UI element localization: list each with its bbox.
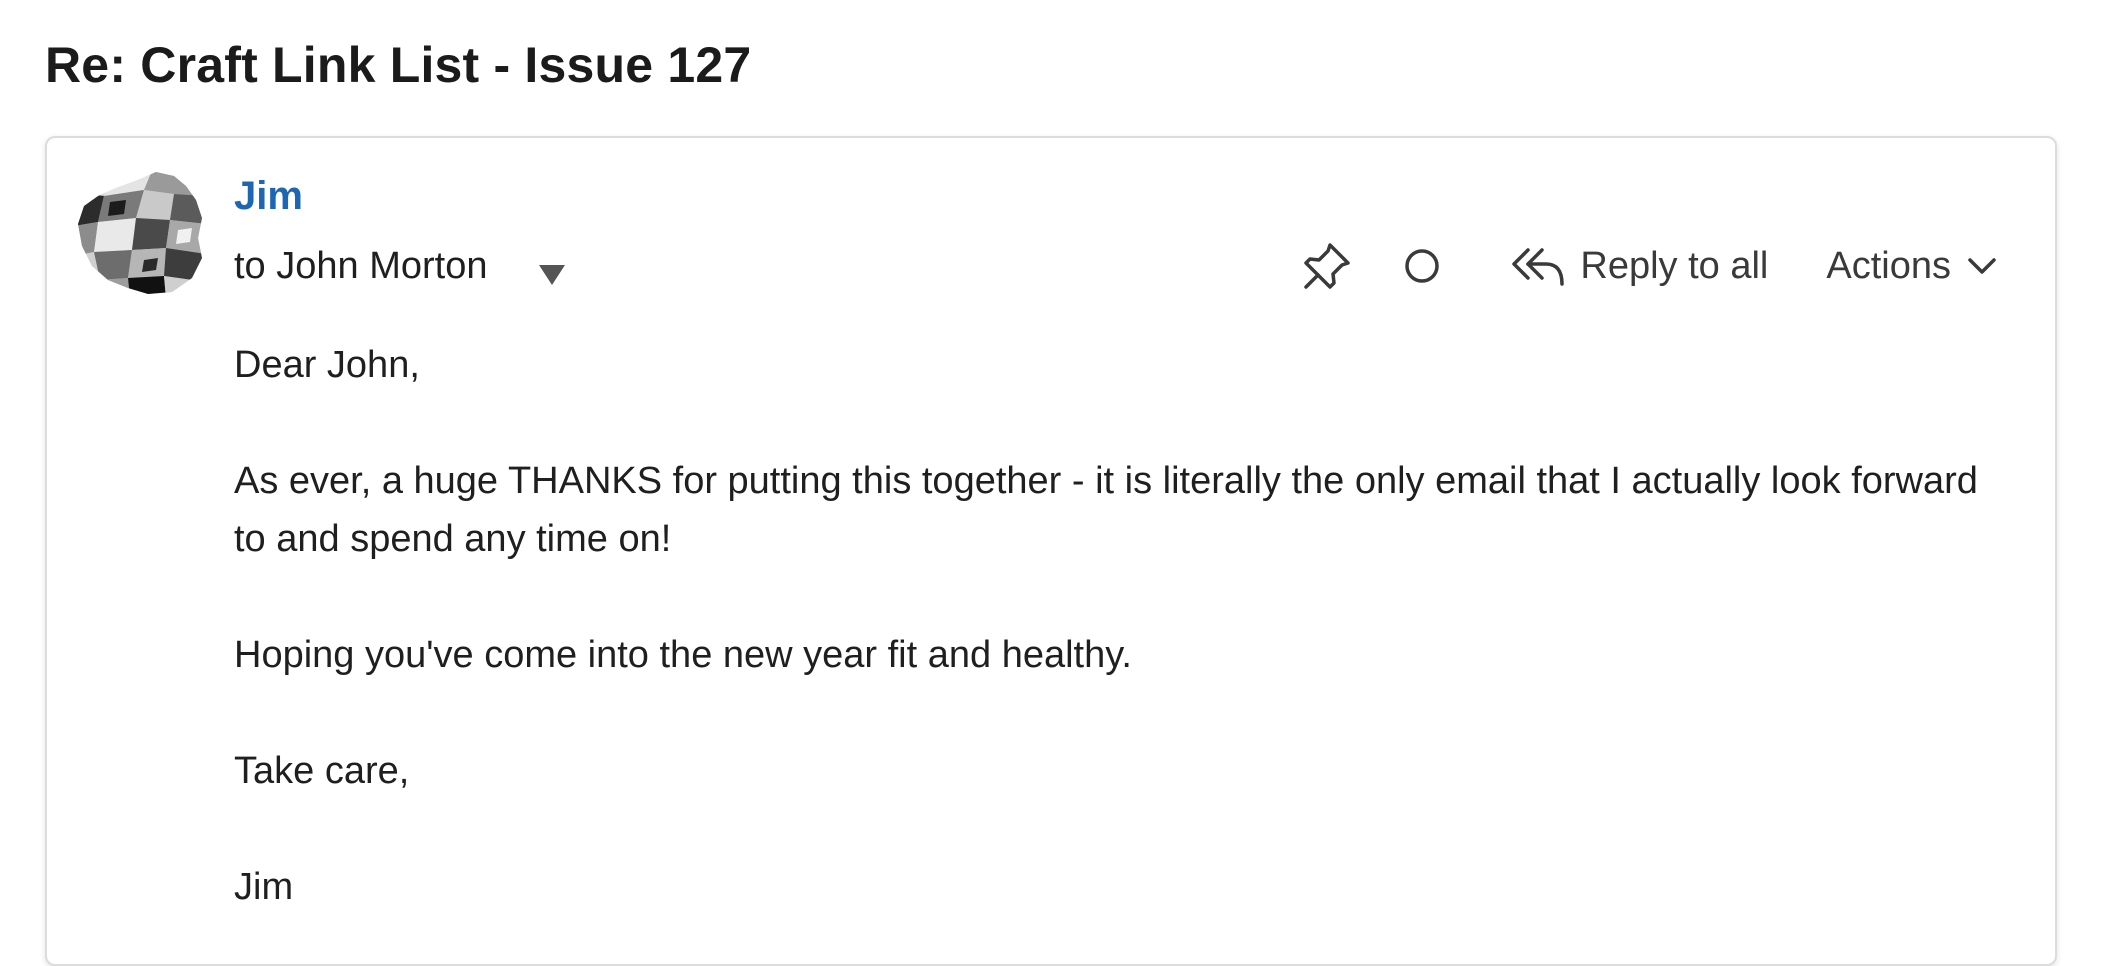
actions-label: Actions (1826, 244, 1951, 287)
body-greeting: Dear John, (234, 344, 420, 386)
mark-unread-button[interactable] (1402, 246, 1442, 286)
message-body: Dear John, As ever, a huge THANKS for pu… (234, 336, 1994, 916)
reply-all-icon (1512, 248, 1565, 286)
sender-avatar[interactable] (74, 166, 206, 298)
pin-icon (1304, 243, 1351, 289)
body-signature: Jim (234, 866, 294, 908)
body-paragraph: As ever, a huge THANKS for putting this … (234, 460, 1978, 560)
actions-menu-button[interactable]: Actions (1826, 245, 1997, 288)
chevron-down-icon (1968, 258, 1996, 274)
body-paragraph: Hoping you've come into the new year fit… (234, 634, 1132, 676)
circle-icon (1405, 249, 1440, 283)
sender-name[interactable]: Jim (234, 174, 303, 219)
recipient-details-toggle[interactable] (537, 254, 567, 285)
recipient-row: to John Morton (234, 238, 567, 294)
email-subject: Re: Craft Link List - Issue 127 (45, 37, 752, 93)
pin-button[interactable] (1300, 239, 1354, 293)
message-toolbar: Reply to all Actions (1300, 238, 1997, 294)
message-card: Jim to John Morton Reply to all Actions … (45, 136, 2057, 966)
triangle-down-icon (539, 265, 566, 285)
recipient-line: to John Morton (234, 244, 488, 287)
reply-all-label: Reply to all (1580, 244, 1769, 287)
body-closing: Take care, (234, 750, 410, 792)
reply-all-button[interactable]: Reply to all (1510, 244, 1768, 288)
